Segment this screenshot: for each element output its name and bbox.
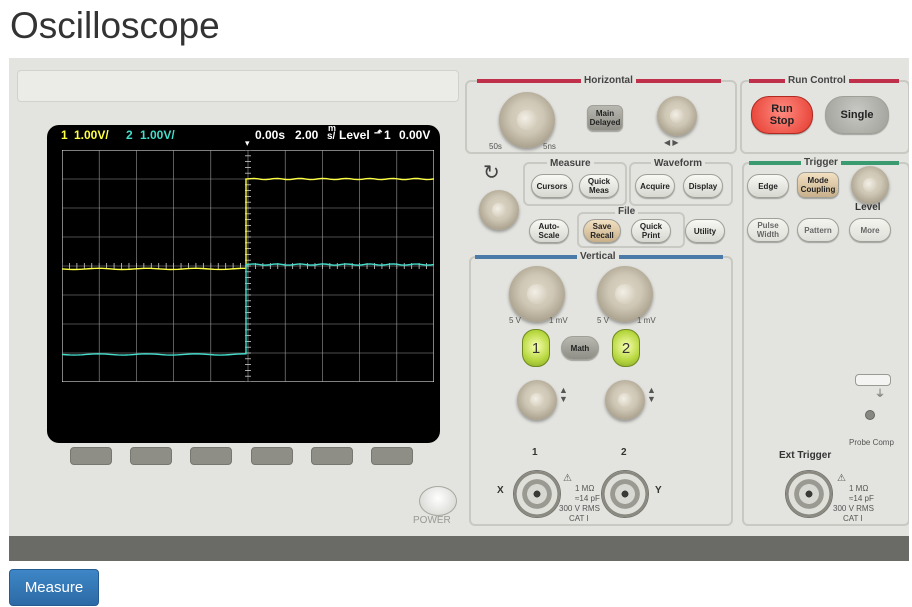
trigger-level: 0.00V: [399, 128, 431, 142]
scope-base: [9, 536, 909, 561]
warning-icon: ⚠: [563, 473, 572, 484]
ch2-button[interactable]: 2: [612, 329, 640, 367]
time-offset: 0.00s: [255, 128, 286, 142]
softkey-2[interactable]: [130, 447, 172, 465]
ch2-1mv-label: 1 mV: [637, 316, 656, 325]
ext-warning-icon: ⚠: [837, 473, 846, 484]
trigger-edge-icon: ⬏: [374, 128, 383, 139]
pattern-button[interactable]: Pattern: [797, 218, 839, 242]
trigger-level-label: Level: [855, 202, 881, 213]
probe-comp-post: [865, 410, 875, 420]
vertical-spec-line2: ≈14 pF: [575, 494, 600, 503]
save-recall-button[interactable]: Save Recall: [583, 219, 621, 243]
ch1-label: 1: [61, 128, 68, 142]
ch2-5v-label: 5 V: [597, 316, 610, 325]
ch2-label: 2: [126, 128, 133, 142]
horizontal-position-knob[interactable]: [657, 96, 697, 136]
ground-icon: ⏚: [875, 389, 885, 400]
softkey-4[interactable]: [251, 447, 293, 465]
x-label: X: [497, 485, 504, 496]
ext-spec-line3: 300 V RMS: [833, 504, 874, 513]
trigger-level-knob[interactable]: [851, 166, 889, 204]
vertical-spec-line3: 300 V RMS: [559, 504, 600, 513]
trigger-panel: [742, 162, 909, 526]
ch1-button[interactable]: 1: [522, 329, 550, 367]
ext-spec-line4: CAT I: [843, 514, 863, 523]
display-button[interactable]: Display: [683, 174, 723, 198]
ext-trigger-label: Ext Trigger: [779, 450, 832, 461]
single-button[interactable]: Single: [825, 96, 889, 134]
main-delayed-button[interactable]: Main Delayed: [587, 105, 623, 131]
y-label: Y: [655, 485, 662, 496]
probe-comp-label: Probe Comp: [849, 438, 894, 447]
top-label-strip: [17, 70, 459, 102]
waveform-section-label: Waveform: [651, 158, 705, 169]
vertical-spec-line4: CAT I: [569, 514, 589, 523]
more-button[interactable]: More: [849, 218, 891, 242]
ext-spec-line2: ≈14 pF: [849, 494, 874, 503]
ch2-volts-knob[interactable]: [597, 266, 653, 322]
trigger-section-label: Trigger: [801, 157, 841, 168]
ch2-bnc-connector: [601, 470, 649, 518]
softkey-1[interactable]: [70, 447, 112, 465]
math-button[interactable]: Math: [561, 336, 599, 360]
ch1-position-knob[interactable]: [517, 380, 557, 420]
input-1-number: 1: [532, 447, 538, 458]
horizontal-label: Horizontal: [581, 75, 636, 86]
timebase-slow-label: 50s: [489, 142, 502, 151]
waveform-display: 1 2: [62, 150, 434, 382]
cursors-button[interactable]: Cursors: [531, 174, 573, 198]
trigger-position-marker: ▾: [245, 138, 250, 148]
timebase-fast-label: 5ns: [543, 142, 556, 151]
measure-button[interactable]: Measure: [9, 569, 99, 606]
ch2-scale: 1.00V/: [140, 128, 175, 142]
softkey-6[interactable]: [371, 447, 413, 465]
screen-status-line: 1 1.00V/ 2 1.00V/ 0.00s 2.00 m s/ Level …: [47, 123, 440, 144]
measure-section-label: Measure: [547, 158, 594, 169]
time-unit-bottom: s/: [327, 131, 336, 142]
power-button[interactable]: [419, 486, 457, 516]
ch1-5v-label: 5 V: [509, 316, 522, 325]
ch1-scale: 1.00V/: [74, 128, 109, 142]
trigger-text: Level: [339, 128, 370, 142]
input-2-number: 2: [621, 447, 627, 458]
run-stop-button[interactable]: Run Stop: [751, 96, 813, 134]
softkey-3[interactable]: [190, 447, 232, 465]
oscilloscope-image: 1 1.00V/ 2 1.00V/ 0.00s 2.00 m s/ Level …: [9, 58, 909, 561]
ext-trigger-bnc-connector: [785, 470, 833, 518]
auto-scale-button[interactable]: Auto- Scale: [529, 219, 569, 243]
probe-comp-terminal: [855, 374, 891, 386]
ch1-volts-knob[interactable]: [509, 266, 565, 322]
rotate-icon: ↻: [483, 162, 500, 184]
page-title: Oscilloscope: [10, 5, 220, 46]
softkey-5[interactable]: [311, 447, 353, 465]
ch1-1mv-label: 1 mV: [549, 316, 568, 325]
ch1-position-arrows: ▲ ▼: [559, 385, 568, 404]
trigger-source: 1: [384, 128, 391, 142]
vertical-spec-line1: 1 MΩ: [575, 484, 595, 493]
mode-coupling-button[interactable]: Mode Coupling: [797, 172, 839, 198]
edge-button[interactable]: Edge: [747, 174, 789, 198]
time-base: 2.00: [295, 128, 319, 142]
file-section-label: File: [615, 206, 639, 217]
entry-knob[interactable]: [479, 190, 519, 230]
pulse-width-button[interactable]: Pulse Width: [747, 218, 789, 242]
oscilloscope-screen: 1 1.00V/ 2 1.00V/ 0.00s 2.00 m s/ Level …: [47, 123, 440, 443]
ch2-position-arrows: ▲ ▼: [647, 385, 656, 404]
acquire-button[interactable]: Acquire: [635, 174, 675, 198]
ext-spec-line1: 1 MΩ: [849, 484, 869, 493]
horizontal-arrows: ◀ ▶: [664, 138, 679, 147]
quick-meas-button[interactable]: Quick Meas: [579, 174, 619, 198]
ch1-bnc-connector: [513, 470, 561, 518]
run-control-label: Run Control: [785, 75, 849, 86]
utility-button[interactable]: Utility: [685, 219, 725, 243]
power-label: POWER: [413, 515, 451, 526]
vertical-section-label: Vertical: [577, 251, 619, 262]
timebase-knob[interactable]: [499, 92, 555, 148]
ch2-position-knob[interactable]: [605, 380, 645, 420]
quick-print-button[interactable]: Quick Print: [631, 219, 671, 243]
